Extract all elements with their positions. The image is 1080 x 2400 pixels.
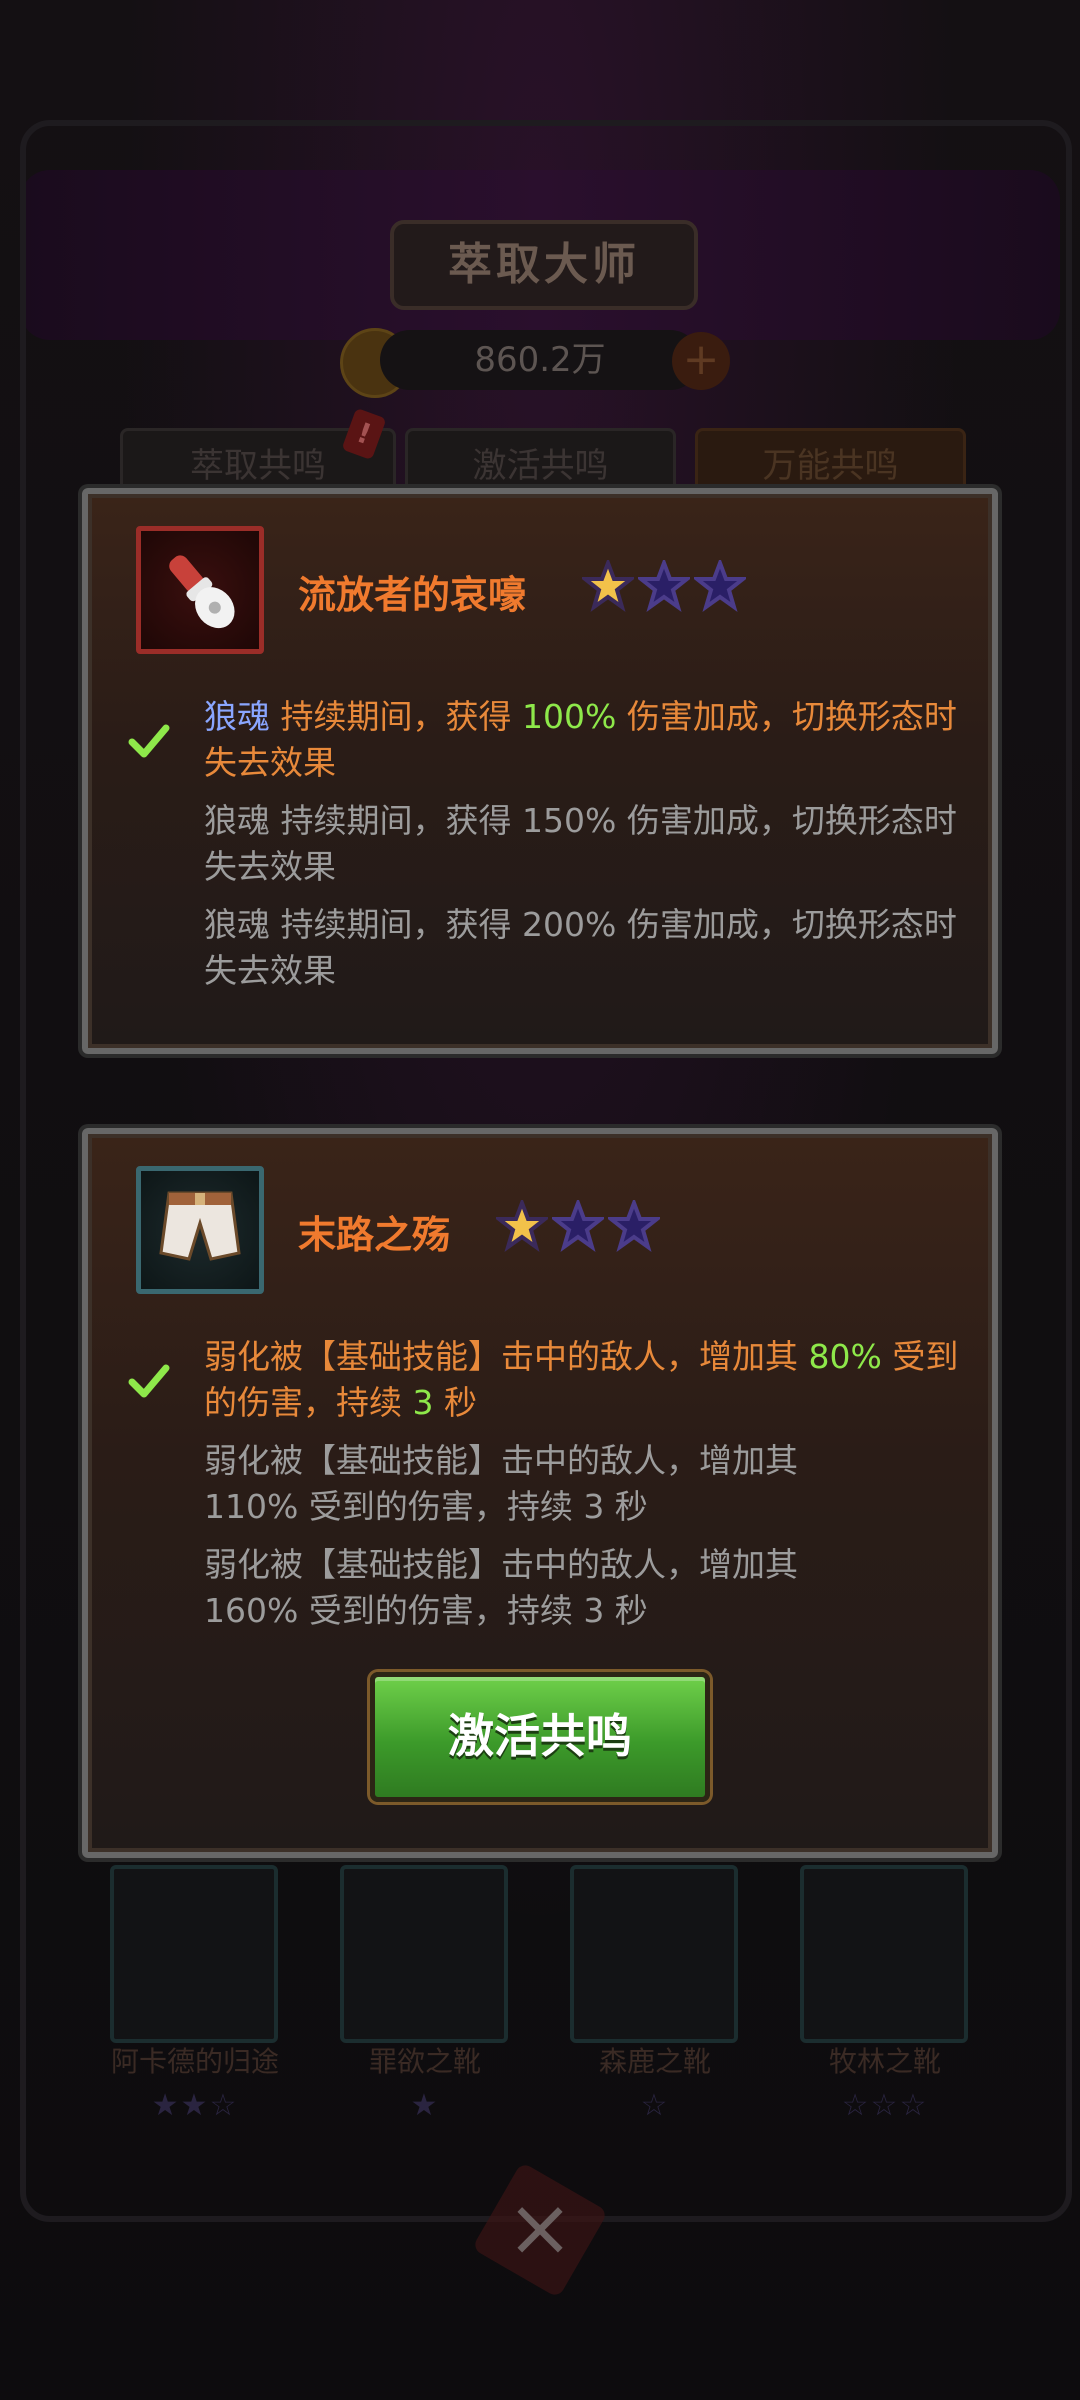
shorts-icon <box>159 1191 241 1261</box>
star-filled-icon <box>582 560 634 612</box>
slot-name: 牧林之靴 <box>828 2045 941 2078</box>
background-title: 萃取大师 <box>390 220 698 310</box>
effect-text: 弱化被【基础技能】击中的敌人，增加其 <box>204 1337 809 1376</box>
star-empty-icon <box>638 560 690 612</box>
slot-stars: ☆☆☆ <box>841 2088 929 2123</box>
add-currency-icon: + <box>672 332 730 390</box>
star-rating <box>496 1200 660 1256</box>
effect-line: 弱化被【基础技能】击中的敌人，增加其 160% 受到的伤害，持续 3 秒 <box>204 1545 798 1630</box>
slot-name: 阿卡德的归途 <box>110 2045 279 2078</box>
check-icon <box>128 724 170 758</box>
effect-line-active: 狼魂 持续期间，获得 100% 伤害加成，切换形态时失去效果 <box>204 694 964 786</box>
wolf-relic-icon <box>169 555 235 629</box>
item-title: 流放者的哀嚎 <box>298 573 527 617</box>
check-icon <box>128 1364 170 1398</box>
effect-line-active: 弱化被【基础技能】击中的敌人，增加其 80% 受到的伤害，持续 3 秒 <box>204 1334 984 1426</box>
effect-line: 弱化被【基础技能】击中的敌人，增加其 110% 受到的伤害，持续 3 秒 <box>204 1441 798 1526</box>
activate-resonance-button[interactable]: 激活共鸣 <box>370 1672 710 1802</box>
slot-item <box>110 1865 278 2043</box>
star-empty-icon <box>608 1200 660 1252</box>
effect-text: 持续期间，获得 <box>270 697 522 736</box>
slot-stars: ★ <box>410 2088 440 2123</box>
keyword: 狼魂 <box>204 697 270 736</box>
slot-stars: ☆ <box>640 2088 670 2123</box>
star-filled-icon <box>496 1200 548 1252</box>
item-title: 末路之殇 <box>298 1213 451 1257</box>
star-empty-icon <box>694 560 746 612</box>
star-empty-icon <box>552 1200 604 1252</box>
effect-value: 3 <box>412 1383 434 1422</box>
effect-line: 狼魂 持续期间，获得 150% 伤害加成，切换形态时失去效果 <box>204 801 957 886</box>
slot-stars: ★★☆ <box>151 2088 239 2123</box>
slot-item <box>570 1865 738 2043</box>
effect-text: 秒 <box>433 1383 477 1422</box>
slot-item <box>340 1865 508 2043</box>
currency-amount: 860.2万 <box>380 330 700 390</box>
slot-name: 罪欲之靴 <box>368 2045 481 2078</box>
resonance-card: 末路之殇 弱化被【基础技能】击中的敌人，增加其 80% 受到的伤害，持续 3 秒… <box>82 1128 998 1858</box>
slot-name: 森鹿之靴 <box>598 2045 711 2078</box>
effect-value: 80% <box>808 1337 882 1376</box>
resonance-card: 流放者的哀嚎 狼魂 持续期间，获得 100% 伤害加成，切换形态时失去效果 狼魂… <box>82 488 998 1054</box>
item-icon <box>136 526 264 654</box>
effect-line: 狼魂 持续期间，获得 200% 伤害加成，切换形态时失去效果 <box>204 905 957 990</box>
close-icon: × <box>506 2181 574 2274</box>
item-icon <box>136 1166 264 1294</box>
star-rating <box>582 560 746 616</box>
slot-item <box>800 1865 968 2043</box>
effect-value: 100% <box>521 697 617 736</box>
